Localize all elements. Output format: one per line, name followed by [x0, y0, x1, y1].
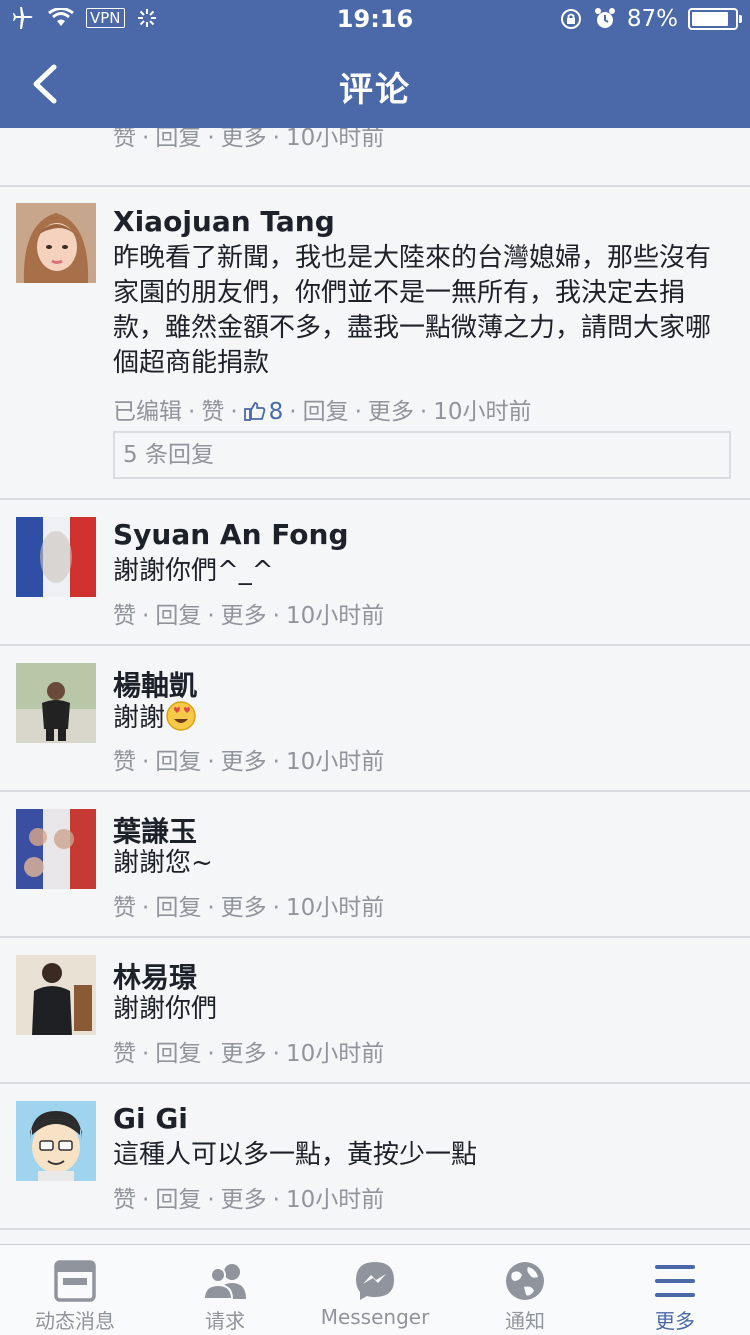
tab-notifications[interactable]: 通知 — [450, 1245, 600, 1335]
comment-text: 謝謝你們^_^ — [113, 556, 274, 586]
reply-link[interactable]: 回复 — [303, 399, 349, 425]
reply-link[interactable]: 回复 — [155, 749, 201, 775]
comment-item: Xiaojuan Tang 昨晚看了新聞，我也是大陸來的台灣媳婦，那些沒有家園的… — [0, 187, 750, 500]
tab-label: 更多 — [655, 1309, 695, 1333]
friend-requests-icon — [202, 1264, 246, 1300]
tab-label: Messenger — [320, 1305, 430, 1329]
comment-item: 林易璟 謝謝你們 赞 · 回复 · 更多 · 10小时前 — [0, 938, 750, 1084]
more-link[interactable]: 更多 — [221, 749, 267, 775]
tab-label: 动态消息 — [35, 1309, 115, 1333]
comment-item: Syuan An Fong 謝謝你們^_^ 赞 · 回复 · 更多 · 10小时前 — [0, 500, 750, 646]
more-link[interactable]: 更多 — [221, 895, 267, 921]
comment-author[interactable]: 楊軸凱 — [113, 664, 197, 704]
comment-list[interactable]: 赞 · 回复 · 更多 · 10小时前 Xiaojuan Tang 昨晚看了新聞，我也是大陸… — [0, 128, 750, 1244]
comment-text: 謝謝 — [113, 700, 732, 736]
heart-eyes-emoji-icon — [166, 701, 196, 731]
reply-link[interactable]: 回复 — [155, 895, 201, 921]
comment-text: 昨晚看了新聞，我也是大陸來的台灣媳婦，那些沒有家園的朋友們，你們並不是一無所有，… — [113, 243, 712, 378]
alarm-icon — [594, 8, 615, 28]
tab-label: 通知 — [505, 1309, 545, 1333]
like-link[interactable]: 赞 — [201, 399, 224, 425]
comment-actions: 已编辑 · 赞 · 8 · 回复 · 更多 · 10小时前 — [113, 399, 532, 425]
comment-actions: 赞 · 回复 · 更多 · 10小时前 — [113, 1041, 385, 1067]
tab-news-feed[interactable]: 动态消息 — [0, 1245, 150, 1335]
like-count[interactable]: 8 — [269, 399, 284, 425]
comment-time: 10小时前 — [285, 128, 385, 151]
avatar[interactable] — [16, 517, 96, 597]
nav-bar: 评论 — [0, 40, 750, 128]
thumbs-up-icon — [243, 402, 265, 421]
comment-author[interactable]: 葉謙玉 — [113, 810, 197, 850]
comment-text-body: 謝謝 — [113, 703, 166, 733]
comment-time: 10小时前 — [285, 1187, 385, 1213]
comment-author[interactable]: 林易璟 — [113, 956, 197, 996]
more-link[interactable]: 更多 — [221, 1187, 267, 1213]
avatar[interactable] — [16, 955, 96, 1035]
comment-item: 葉謙玉 謝謝您~ 赞 · 回复 · 更多 · 10小时前 — [0, 792, 750, 938]
more-link[interactable]: 更多 — [368, 399, 414, 425]
tab-messenger[interactable]: Messenger — [300, 1245, 450, 1335]
comment-text: 謝謝你們 — [113, 994, 218, 1024]
comment-text: 這種人可以多一點，黃按少一點 — [113, 1140, 478, 1170]
comment-time: 10小时前 — [285, 895, 385, 921]
tab-label: 请求 — [205, 1309, 245, 1333]
rotation-lock-icon — [560, 9, 581, 29]
comment-item: 赞 · 回复 · 更多 · 10小时前 — [0, 128, 750, 187]
page-title: 评论 — [339, 70, 411, 110]
tab-requests[interactable]: 请求 — [150, 1245, 300, 1335]
comment-author[interactable]: Syuan An Fong — [113, 518, 348, 551]
more-link[interactable]: 更多 — [221, 1041, 267, 1067]
messenger-icon — [356, 1262, 394, 1300]
header: VPN 19:16 87% 评论 — [0, 0, 750, 128]
comment-actions: 赞 · 回复 · 更多 · 10小时前 — [113, 749, 385, 775]
reply-link[interactable]: 回复 — [155, 603, 201, 629]
comment-actions: 赞 · 回复 · 更多 · 10小时前 — [113, 128, 384, 152]
like-link[interactable]: 赞 — [113, 128, 136, 151]
comment-time: 10小时前 — [285, 1041, 385, 1067]
edited-label: 已编辑 — [113, 399, 182, 425]
battery-percent: 87% — [626, 6, 678, 32]
comment-author[interactable]: Xiaojuan Tang — [113, 205, 335, 238]
battery-icon — [688, 8, 742, 30]
globe-notifications-icon — [506, 1262, 544, 1300]
comment-item: Gi Gi 這種人可以多一點，黃按少一點 赞 · 回复 · 更多 · 10小时前 — [0, 1084, 750, 1230]
comment-time: 10小时前 — [285, 603, 385, 629]
like-link[interactable]: 赞 — [113, 1041, 136, 1067]
like-link[interactable]: 赞 — [113, 749, 136, 775]
avatar[interactable] — [16, 663, 96, 743]
news-feed-icon — [54, 1260, 96, 1302]
tab-more[interactable]: 更多 — [600, 1245, 750, 1335]
comment-actions: 赞 · 回复 · 更多 · 10小时前 — [113, 1187, 385, 1213]
comment-text: 謝謝您~ — [113, 848, 213, 878]
comment-time: 10小时前 — [433, 399, 532, 425]
comment-item — [0, 1230, 750, 1244]
comment-actions: 赞 · 回复 · 更多 · 10小时前 — [113, 895, 385, 921]
avatar[interactable] — [16, 1101, 96, 1181]
comment-author[interactable]: Gi Gi — [113, 1102, 188, 1135]
status-bar: VPN 19:16 87% — [0, 0, 750, 40]
menu-icon — [655, 1265, 695, 1297]
like-link[interactable]: 赞 — [113, 1187, 136, 1213]
reply-link[interactable]: 回复 — [155, 1187, 201, 1213]
avatar[interactable] — [16, 203, 96, 283]
like-link[interactable]: 赞 — [113, 603, 136, 629]
reply-link[interactable]: 回复 — [155, 1041, 201, 1067]
more-link[interactable]: 更多 — [221, 128, 267, 151]
comment-item: 楊軸凱 謝謝 赞 · 回复 · 更多 · 10小时前 — [0, 646, 750, 792]
view-replies-button[interactable]: 5 条回复 — [113, 431, 731, 479]
comment-time: 10小时前 — [285, 749, 385, 775]
more-link[interactable]: 更多 — [221, 603, 267, 629]
comment-actions: 赞 · 回复 · 更多 · 10小时前 — [113, 603, 385, 629]
like-link[interactable]: 赞 — [113, 895, 136, 921]
avatar[interactable] — [16, 809, 96, 889]
tab-bar: 动态消息 请求 Messenger 通知 更多 — [0, 1244, 750, 1335]
reply-link[interactable]: 回复 — [155, 128, 201, 151]
